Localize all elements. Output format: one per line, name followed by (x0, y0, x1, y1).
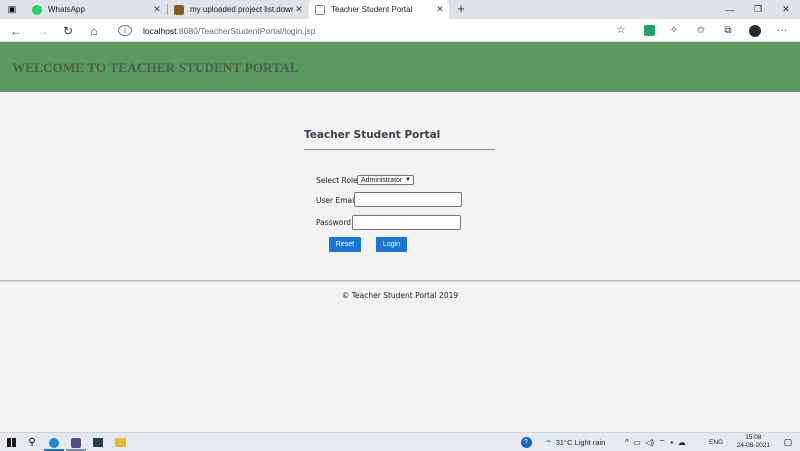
login-button[interactable]: Login (376, 237, 407, 252)
close-icon[interactable]: ✕ (434, 4, 446, 15)
url-text: localhost:8080/TeacherStudentPortal/logi… (143, 25, 316, 36)
tab-whatsapp[interactable]: WhatsApp ✕ (26, 0, 166, 19)
close-icon[interactable]: ✕ (151, 4, 163, 15)
page-title: Teacher Student Portal (304, 129, 441, 141)
rain-icon: ☂ (545, 438, 552, 447)
weather-widget[interactable]: ☂ 31°C Light rain (545, 433, 605, 451)
refresh-button[interactable]: ↻ (58, 21, 78, 40)
weather-text: 31°C Light rain (555, 438, 606, 447)
collections-icon[interactable]: ⧉ (719, 22, 737, 39)
edge-browser-icon[interactable] (46, 435, 62, 450)
profile-avatar[interactable] (746, 22, 764, 39)
tab-actions-icon[interactable]: ▣ (4, 2, 20, 17)
footer-divider (0, 280, 800, 282)
language-indicator[interactable]: ENG (709, 433, 723, 451)
role-select[interactable]: Administrator ▼ (357, 175, 414, 185)
whatsapp-icon (32, 4, 42, 15)
help-icon[interactable]: ? (518, 435, 534, 450)
browser-toolbar: ← → ↻ ⌂ i localhost:8080/TeacherStudentP… (0, 19, 800, 42)
home-button[interactable]: ⌂ (84, 21, 104, 40)
page-banner: WELCOME TO TEACHER STUDENT PORTAL (0, 42, 800, 92)
close-icon[interactable]: ✕ (293, 4, 305, 15)
more-options-icon[interactable]: ··· (773, 22, 791, 39)
windows-taskbar: ⚲ ? ☂ 31°C Light rain ^ ▭ ◁) ⌔ ▪ ☁ ENG 1… (0, 432, 800, 451)
browser-tab-bar: ▣ WhatsApp ✕ my uploaded project list.do… (0, 0, 800, 19)
tab-label: my uploaded project list.downlo (190, 5, 293, 14)
password-label: Password : (316, 218, 356, 227)
terminal-icon[interactable] (90, 435, 106, 450)
document-icon (174, 4, 184, 15)
chevron-down-icon: ▼ (405, 177, 411, 183)
favorites-icon[interactable]: ✩ (692, 22, 710, 39)
clock[interactable]: 15:08 24-08-2021 (737, 434, 770, 450)
forward-button[interactable]: → (33, 21, 53, 40)
windows-start-icon[interactable] (3, 435, 19, 450)
favorite-add-icon[interactable]: ☆ (612, 22, 630, 39)
email-label: User Email: (316, 196, 359, 205)
email-input[interactable] (354, 192, 462, 207)
tab-teacher-student-portal[interactable]: Teacher Student Portal ✕ (309, 0, 449, 19)
password-input[interactable] (352, 215, 461, 230)
notifications-icon[interactable]: ▢ (780, 435, 796, 450)
address-bar[interactable]: i localhost:8080/TeacherStudentPortal/lo… (110, 22, 635, 39)
system-tray-icons[interactable]: ^ ▭ ◁) ⌔ ▪ ☁ (625, 433, 686, 451)
clock-date: 24-08-2021 (736, 442, 770, 449)
search-icon[interactable]: ⚲ (24, 435, 40, 450)
tab-label: WhatsApp (48, 5, 85, 14)
tab-project-list[interactable]: my uploaded project list.downlo ✕ (168, 0, 308, 19)
new-tab-button[interactable]: + (453, 1, 469, 16)
restore-button[interactable]: ❐ (744, 0, 772, 19)
reset-button[interactable]: Reset (329, 237, 361, 252)
app-icon[interactable] (68, 435, 84, 450)
folder-icon[interactable] (112, 435, 128, 450)
page-icon (315, 4, 325, 15)
back-button[interactable]: ← (6, 21, 26, 40)
title-divider (304, 149, 495, 150)
footer-copyright: © Teacher Student Portal 2019 (341, 291, 459, 300)
banner-title: WELCOME TO TEACHER STUDENT PORTAL (12, 60, 299, 75)
extensions-icon[interactable]: ✧ (665, 22, 683, 39)
extension-icon[interactable] (640, 22, 658, 39)
role-label: Select Role : (316, 176, 363, 185)
minimize-button[interactable]: — (716, 0, 744, 19)
info-icon[interactable]: i (118, 25, 132, 36)
tab-label: Teacher Student Portal (331, 5, 413, 14)
clock-time: 15:08 (745, 434, 762, 441)
window-close-button[interactable]: ✕ (772, 0, 800, 19)
role-select-value: Administrator (361, 176, 403, 184)
